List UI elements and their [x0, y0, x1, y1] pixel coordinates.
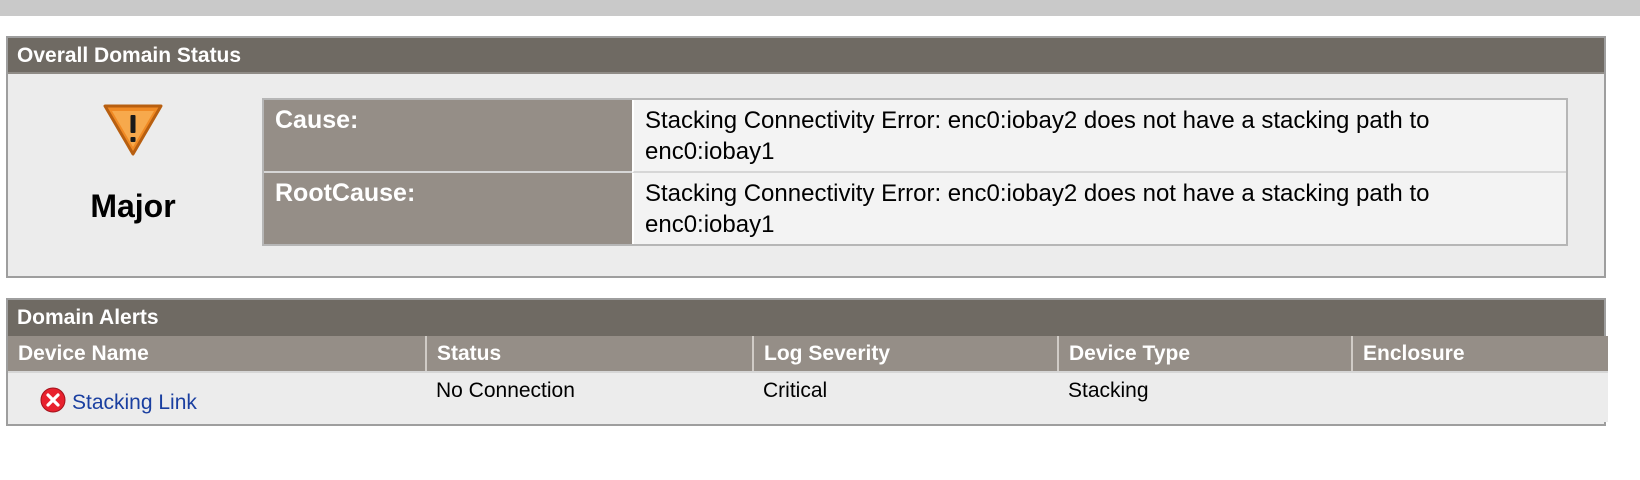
alerts-header-row: Device Name Status Log Severity Device T… [8, 336, 1608, 373]
root-cause-label: RootCause: [264, 173, 632, 244]
error-x-icon [40, 387, 66, 413]
domain-alerts-panel: Domain Alerts Device Name Status Log Sev… [6, 298, 1608, 426]
cause-label: Cause: [264, 100, 632, 173]
warning-triangle-icon [103, 104, 163, 156]
top-strip [0, 0, 1640, 16]
cause-table: Cause: Stacking Connectivity Error: enc0… [262, 98, 1568, 246]
status-cell: No Connection [426, 372, 753, 422]
log-severity-cell: Critical [753, 372, 1058, 422]
device-name-wrapper: Stacking Link [18, 379, 416, 415]
panel-title: Domain Alerts [8, 300, 1604, 336]
overall-domain-status-panel: Overall Domain Status Major Cause: Stack… [6, 36, 1606, 278]
device-link-stacking-link[interactable]: Stacking Link [72, 391, 197, 415]
device-name-cell: Stacking Link [8, 372, 426, 422]
table-row: Stacking Link No Connection Critical Sta… [8, 372, 1608, 422]
column-header-enclosure[interactable]: Enclosure [1352, 336, 1608, 373]
root-cause-value: Stacking Connectivity Error: enc0:iobay2… [632, 173, 1566, 244]
column-header-status[interactable]: Status [426, 336, 754, 373]
panel-title: Overall Domain Status [8, 38, 1604, 74]
severity-label: Major [90, 188, 176, 224]
cause-row: Cause: Stacking Connectivity Error: enc0… [264, 100, 1566, 173]
root-cause-row: RootCause: Stacking Connectivity Error: … [264, 173, 1566, 244]
cause-value: Stacking Connectivity Error: enc0:iobay2… [632, 100, 1566, 173]
column-header-log-severity[interactable]: Log Severity [753, 336, 1059, 373]
column-header-device-type[interactable]: Device Type [1058, 336, 1353, 373]
column-header-device-name[interactable]: Device Name [8, 336, 427, 373]
alerts-table: Device Name Status Log Severity Device T… [8, 336, 1608, 422]
device-type-cell: Stacking [1058, 372, 1352, 422]
severity-indicator: Major [8, 74, 258, 278]
enclosure-cell [1352, 372, 1608, 422]
